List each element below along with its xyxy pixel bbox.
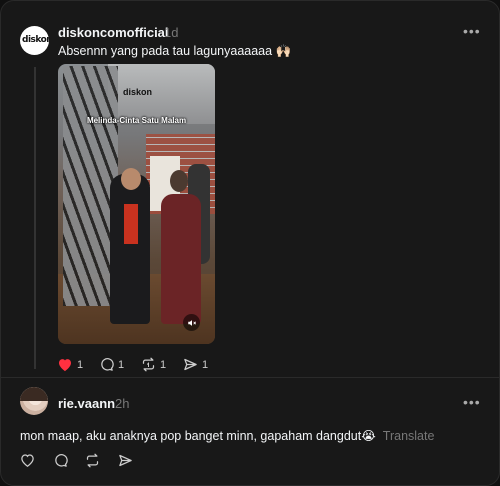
repost-icon — [142, 357, 155, 372]
repost-icon — [86, 453, 99, 468]
repost-button[interactable]: 1 — [141, 357, 166, 372]
reply-repost-button[interactable] — [85, 453, 100, 468]
thread-line — [34, 67, 36, 369]
share-icon — [184, 358, 197, 371]
post-video[interactable]: diskon Melinda-Cinta Satu Malam — [58, 64, 215, 344]
video-caption: Melinda-Cinta Satu Malam — [86, 116, 187, 125]
video-person — [161, 194, 201, 324]
video-brand-overlay: diskon — [123, 87, 153, 97]
avatar-photo-detail — [20, 387, 48, 401]
video-person-head — [170, 170, 188, 192]
reply-comment-button[interactable] — [53, 453, 68, 468]
author-avatar[interactable]: diskon — [20, 26, 49, 55]
like-count: 1 — [77, 358, 84, 371]
mute-button[interactable] — [183, 314, 200, 331]
reply-text-line: mon maap, aku anaknya pop banget minn, g… — [20, 428, 434, 443]
reply-username[interactable]: rie.vaann — [58, 396, 115, 411]
comment-button[interactable]: 1 — [99, 357, 124, 372]
share-button[interactable]: 1 — [183, 357, 208, 372]
thread-card: diskon diskoncomofficial 1d ••• Absennn … — [0, 0, 500, 486]
reply-share-button[interactable] — [118, 453, 133, 468]
divider — [1, 377, 499, 378]
video-person-scarf — [124, 204, 138, 244]
reply-more-icon[interactable]: ••• — [463, 394, 481, 410]
video-person — [110, 174, 150, 324]
post-text: Absennn yang pada tau lagunyaaaaaa 🙌🏻 — [58, 44, 292, 58]
reply-text: mon maap, aku anaknya pop banget minn, g… — [20, 429, 376, 443]
comment-icon — [55, 454, 68, 467]
share-icon — [119, 454, 132, 467]
comment-icon — [101, 358, 114, 371]
heart-filled-icon — [59, 359, 71, 372]
repost-count: 1 — [160, 358, 167, 371]
post-more-icon[interactable]: ••• — [463, 23, 481, 39]
reply-time: 2h — [115, 396, 130, 411]
video-person-head — [121, 168, 141, 190]
post-time: 1d — [164, 25, 179, 40]
share-count: 1 — [202, 358, 209, 371]
reply-like-button[interactable] — [20, 453, 35, 467]
post-username[interactable]: diskoncomofficial — [58, 25, 169, 40]
like-button[interactable]: 1 — [57, 357, 83, 372]
translate-link[interactable]: Translate — [383, 429, 435, 443]
speaker-muted-icon — [187, 319, 196, 326]
heart-icon — [21, 454, 34, 467]
avatar-logo-text: diskon — [22, 35, 49, 45]
comment-count: 1 — [118, 358, 125, 371]
reply-author-avatar[interactable] — [20, 387, 48, 415]
